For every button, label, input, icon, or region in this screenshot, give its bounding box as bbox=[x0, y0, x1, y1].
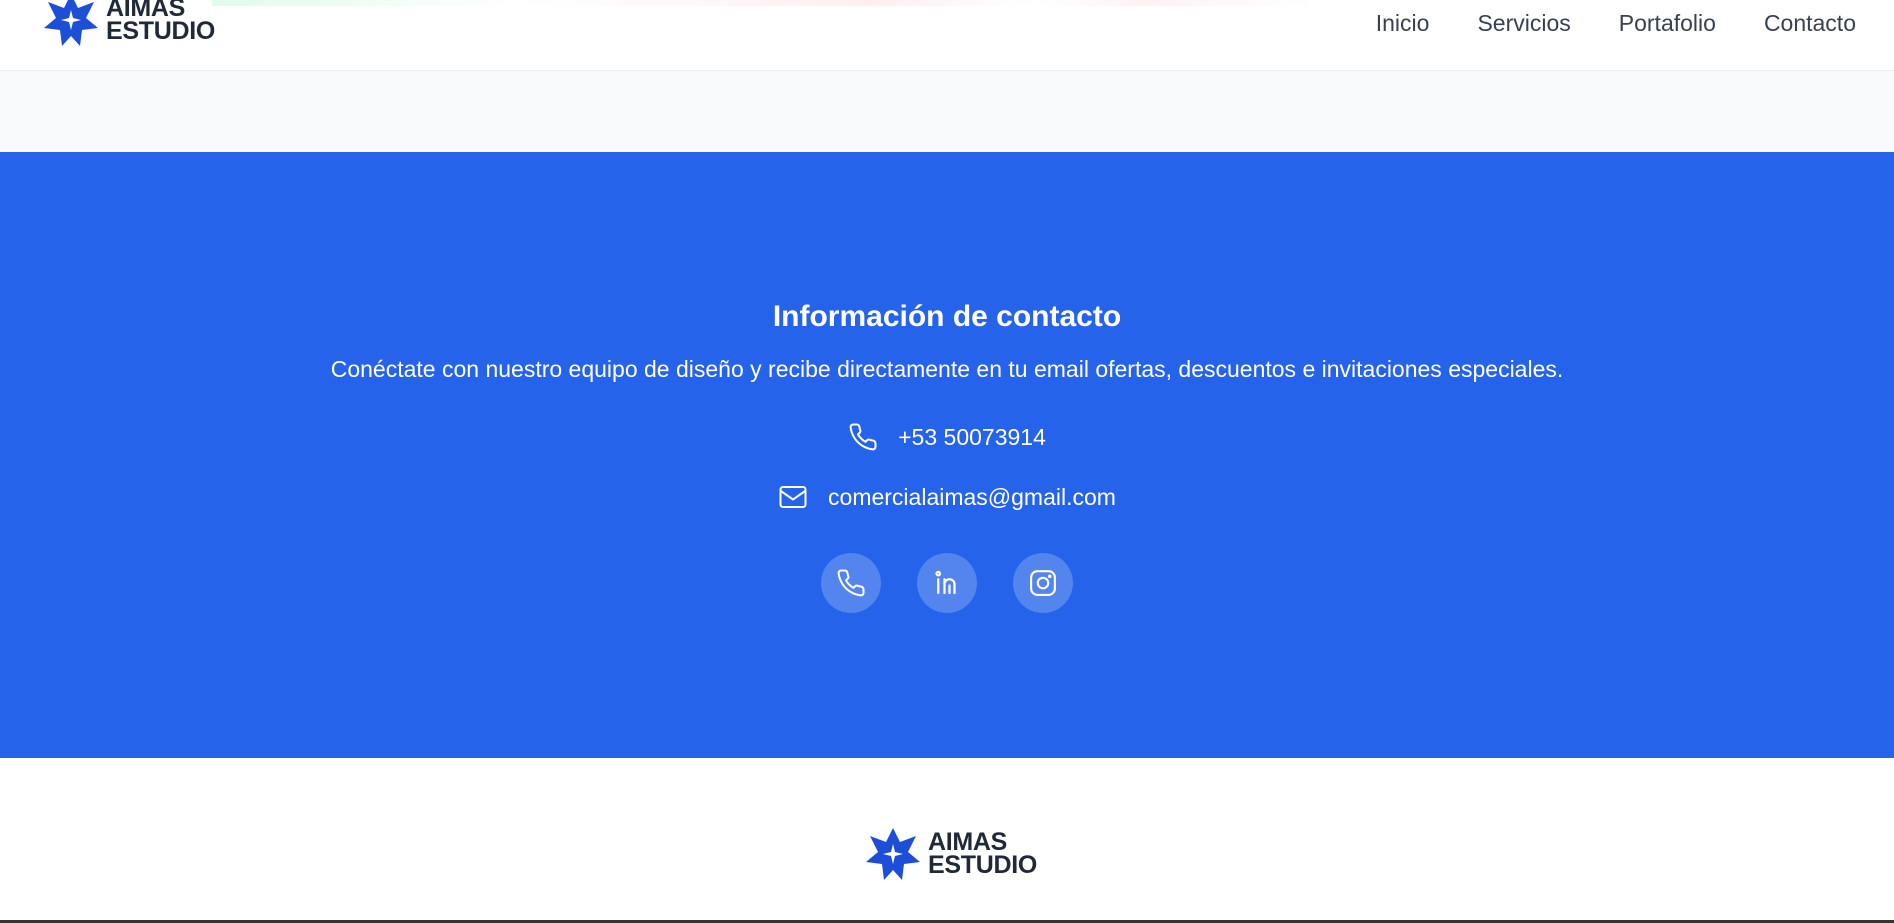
logo-star-icon bbox=[866, 828, 920, 880]
contact-phone[interactable]: +53 50073914 bbox=[898, 424, 1046, 451]
site-header: AIMAS ESTUDIO Inicio Servicios Portafoli… bbox=[0, 0, 1894, 71]
linkedin-icon bbox=[935, 570, 956, 595]
logo-star-icon bbox=[44, 0, 98, 46]
contact-phone-row: +53 50073914 bbox=[0, 422, 1894, 452]
footer-logo-text: AIMAS ESTUDIO bbox=[928, 830, 1038, 879]
contact-subtitle: Conéctate con nuestro equipo de diseño y… bbox=[330, 356, 1564, 382]
nav-inicio[interactable]: Inicio bbox=[1376, 10, 1430, 37]
mail-icon bbox=[779, 486, 807, 508]
nav-portafolio[interactable]: Portafolio bbox=[1619, 10, 1716, 37]
contact-email-row: comercialaimas@gmail.com bbox=[0, 482, 1894, 512]
contact-title: Información de contacto bbox=[772, 300, 1122, 333]
nav-servicios[interactable]: Servicios bbox=[1477, 10, 1570, 37]
logo-text: AIMAS ESTUDIO bbox=[106, 0, 216, 45]
footer-logo[interactable]: AIMAS ESTUDIO bbox=[864, 826, 1037, 882]
logo-line2: ESTUDIO bbox=[106, 17, 216, 45]
social-linkedin-button[interactable] bbox=[917, 553, 977, 613]
social-links bbox=[0, 553, 1894, 613]
contact-email[interactable]: comercialaimas@gmail.com bbox=[828, 484, 1116, 511]
phone-icon bbox=[849, 423, 877, 451]
instagram-icon bbox=[1030, 570, 1056, 596]
social-phone-button[interactable] bbox=[821, 553, 881, 613]
section-spacer bbox=[0, 71, 1894, 152]
phone-icon bbox=[837, 569, 865, 597]
header-decoration bbox=[212, 0, 1312, 6]
contact-section: Información de contacto Conéctate con nu… bbox=[0, 152, 1894, 758]
header-logo[interactable]: AIMAS ESTUDIO bbox=[42, 0, 215, 48]
social-instagram-button[interactable] bbox=[1013, 553, 1073, 613]
nav-contacto[interactable]: Contacto bbox=[1764, 10, 1856, 37]
footer-logo-line2: ESTUDIO bbox=[928, 851, 1038, 879]
main-nav: Inicio Servicios Portafolio Contacto bbox=[1376, 10, 1856, 37]
